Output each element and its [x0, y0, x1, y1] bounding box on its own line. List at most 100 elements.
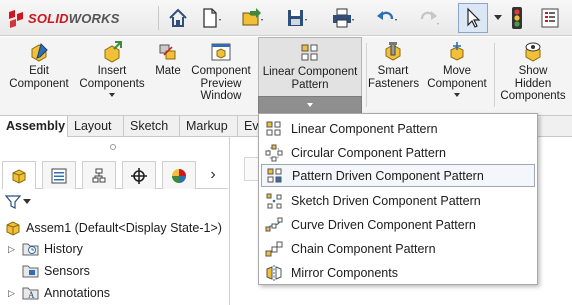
tab-markup[interactable]: Markup: [180, 116, 238, 137]
mirror-components-icon: [265, 264, 283, 282]
tree-root-label: Assem1 (Default<Display State-1>): [26, 221, 222, 235]
pattern-dropdown-menu: Linear Component Pattern Circular Compon…: [258, 113, 538, 285]
open-button[interactable]: [238, 5, 268, 31]
insert-components-icon: [104, 41, 122, 63]
menu-item-linear-component-pattern[interactable]: Linear Component Pattern: [261, 117, 535, 140]
chevron-down-icon[interactable]: [454, 93, 460, 97]
feature-manager-panel: › Assem1 (Default<Display State-1>) ▷ Hi…: [0, 137, 230, 305]
file-properties-button[interactable]: [536, 5, 564, 31]
pattern-driven-icon: [266, 167, 284, 185]
tree-item-label: History: [44, 242, 83, 256]
configuration-manager-icon: [92, 168, 106, 182]
move-component-icon: [450, 42, 464, 61]
tree-item-sensors[interactable]: ▷ Sensors: [0, 261, 90, 281]
tab-dimxpert-manager[interactable]: [122, 161, 156, 189]
menu-item-pattern-driven-component-pattern[interactable]: Pattern Driven Component Pattern: [261, 164, 535, 187]
solidworks-logo[interactable]: SOLIDWORKS: [6, 8, 120, 28]
mate-button[interactable]: Mate: [150, 37, 186, 115]
tree-item-label: Sensors: [44, 264, 90, 278]
menu-item-label: Pattern Driven Component Pattern: [292, 168, 484, 183]
svg-text:A: A: [28, 290, 35, 300]
tree-root-assembly[interactable]: Assem1 (Default<Display State-1>): [0, 218, 222, 238]
ds-logo-icon: [9, 10, 23, 28]
linear-pattern-icon: [265, 120, 283, 138]
history-folder-icon: [22, 241, 40, 257]
chevron-down-icon[interactable]: [109, 93, 115, 97]
tab-configuration-manager[interactable]: [82, 161, 116, 189]
tab-property-manager[interactable]: [42, 161, 76, 189]
tree-item-annotations[interactable]: ▷ A Annotations: [0, 283, 110, 303]
tab-sketch[interactable]: Sketch: [124, 116, 180, 137]
circular-pattern-icon: [265, 144, 283, 162]
component-preview-icon: [211, 43, 231, 61]
sketch-driven-icon: [265, 192, 283, 210]
menu-item-label: Chain Component Pattern: [291, 241, 436, 256]
linear-component-pattern-button[interactable]: Linear Component Pattern: [258, 37, 362, 114]
menu-item-chain-component-pattern[interactable]: Chain Component Pattern: [261, 237, 535, 260]
home-icon: [169, 8, 187, 27]
tabs-scroll-right-button[interactable]: ›: [200, 161, 226, 189]
assembly-icon: [4, 220, 22, 236]
save-icon: [288, 10, 307, 26]
filter-icon: [5, 195, 21, 209]
linear-component-pattern-icon: [301, 44, 318, 61]
select-dropdown-button[interactable]: [492, 5, 504, 31]
chain-pattern-icon: [265, 240, 283, 258]
menu-item-curve-driven-component-pattern[interactable]: Curve Driven Component Pattern: [261, 213, 535, 236]
show-hidden-icon: [525, 42, 541, 62]
redo-button[interactable]: [414, 5, 444, 31]
home-button[interactable]: [164, 5, 192, 31]
tab-assembly[interactable]: Assembly: [0, 116, 68, 137]
print-button[interactable]: [328, 5, 358, 31]
menu-item-label: Curve Driven Component Pattern: [291, 217, 476, 232]
command-manager: Edit Component Insert Components Mate Co…: [0, 37, 572, 115]
chevron-down-icon: [494, 15, 502, 20]
expand-arrow-icon[interactable]: ▷: [8, 288, 18, 299]
crosshair-icon: [131, 167, 147, 184]
component-preview-window-button[interactable]: Component Preview Window: [188, 37, 254, 115]
feature-manager-tabs: ›: [2, 161, 228, 189]
save-button[interactable]: [282, 5, 312, 31]
rebuild-button[interactable]: [506, 5, 528, 31]
tab-feature-manager[interactable]: [2, 161, 36, 189]
menu-item-sketch-driven-component-pattern[interactable]: Sketch Driven Component Pattern: [261, 189, 535, 212]
edit-component-button[interactable]: Edit Component: [2, 37, 76, 115]
menu-item-label: Circular Component Pattern: [291, 145, 446, 160]
smart-fasteners-button[interactable]: Smart Fasteners: [368, 37, 419, 115]
menu-item-label: Mirror Components: [291, 265, 398, 280]
menu-item-label: Sketch Driven Component Pattern: [291, 193, 481, 208]
tree-item-label: Annotations: [44, 286, 111, 300]
insert-components-button[interactable]: Insert Components: [76, 37, 148, 115]
tab-display-manager[interactable]: [162, 161, 196, 189]
menu-item-circular-component-pattern[interactable]: Circular Component Pattern: [261, 141, 535, 164]
mate-icon: [159, 44, 176, 60]
tab-evaluate[interactable]: Ev: [238, 116, 260, 137]
new-document-icon: [203, 8, 221, 28]
select-icon: [467, 7, 481, 28]
tab-layout[interactable]: Layout: [68, 116, 124, 137]
title-bar: SOLIDWORKS: [0, 0, 572, 36]
expand-arrow-icon[interactable]: ▷: [8, 244, 18, 255]
property-manager-icon: [51, 168, 67, 183]
new-document-button[interactable]: [196, 5, 226, 31]
traffic-light-icon: [512, 7, 522, 29]
chevron-right-icon: ›: [210, 166, 216, 183]
undo-button[interactable]: [372, 5, 402, 31]
smart-fasteners-icon: [385, 42, 401, 61]
chevron-down-icon: [307, 103, 313, 107]
menu-item-mirror-components[interactable]: Mirror Components: [261, 261, 535, 284]
display-manager-icon: [172, 168, 186, 183]
move-component-button[interactable]: Move Component: [424, 37, 490, 115]
filter-button[interactable]: [5, 192, 31, 212]
feature-manager-icon: [12, 168, 26, 184]
sensors-folder-icon: [22, 263, 40, 279]
show-hidden-components-button[interactable]: Show Hidden Components: [496, 37, 570, 115]
annotations-folder-icon: A: [22, 285, 40, 301]
tree-item-history[interactable]: ▷ History: [0, 239, 83, 259]
panel-splitter-handle[interactable]: [110, 144, 116, 150]
redo-icon: [420, 11, 439, 25]
menu-item-label: Linear Component Pattern: [291, 121, 438, 136]
select-button[interactable]: [458, 3, 488, 33]
brand-text: SOLIDWORKS: [28, 10, 120, 26]
pattern-dropdown-toggle[interactable]: [258, 96, 362, 114]
